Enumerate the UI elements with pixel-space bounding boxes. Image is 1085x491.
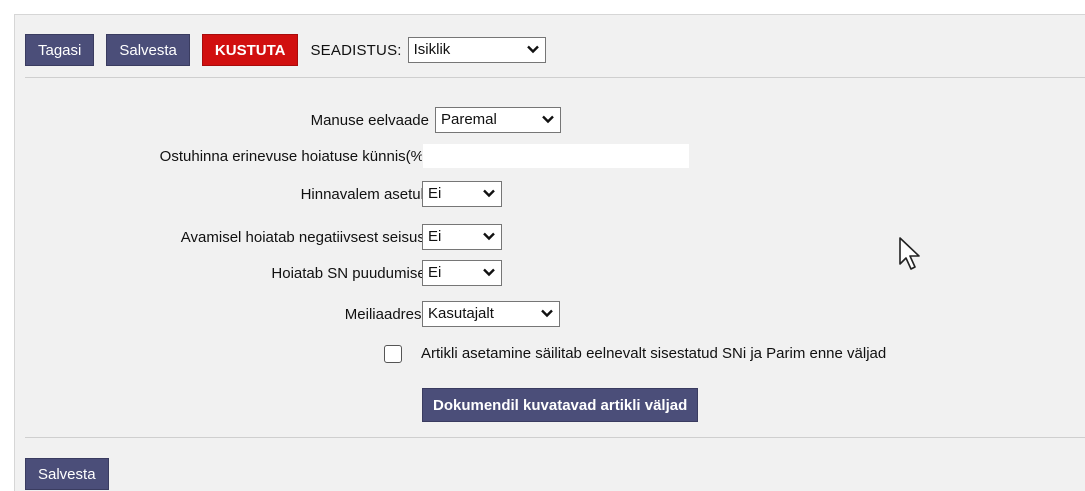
bottom-divider (25, 437, 1085, 438)
price-formula-label: Hinnavalem asetub (300, 185, 429, 203)
chevron-down-icon (483, 189, 495, 198)
price-diff-label: Ostuhinna erinevuse hoiatuse künnis(%) (159, 147, 429, 165)
missing-sn-select[interactable]: Ei (422, 260, 502, 286)
keep-sn-checkbox[interactable] (384, 345, 402, 363)
price-formula-row: Hinnavalem asetub (15, 181, 435, 207)
chevron-down-icon (526, 45, 539, 54)
top-divider (25, 77, 1085, 78)
missing-sn-row: Hoiatab SN puudumisel (15, 260, 435, 286)
email-address-label: Meiliaadress (344, 305, 429, 323)
email-address-row: Meiliaadress (15, 301, 435, 327)
negative-stock-value: Ei (428, 228, 442, 245)
delete-button[interactable]: KUSTUTA (201, 34, 299, 66)
keep-sn-row: Artikli asetamine säilitab eelnevalt sis… (15, 342, 1085, 368)
attachment-preview-select[interactable]: Paremal (435, 107, 561, 133)
toolbar: Tagasi Salvesta KUSTUTA SEADISTUS: Isikl… (25, 33, 546, 67)
negative-stock-select[interactable]: Ei (422, 224, 502, 250)
document-fields-button[interactable]: Dokumendil kuvatavad artikli väljad (422, 388, 699, 422)
attachment-preview-row: Manuse eelvaade (15, 107, 435, 133)
price-diff-threshold-input[interactable] (422, 143, 690, 169)
setup-label: SEADISTUS: (310, 41, 402, 59)
attachment-preview-value: Paremal (441, 111, 497, 128)
missing-sn-label: Hoiatab SN puudumisel (271, 264, 429, 282)
missing-sn-value: Ei (428, 264, 442, 281)
chevron-down-icon (483, 268, 495, 277)
price-formula-select[interactable]: Ei (422, 181, 502, 207)
price-formula-value: Ei (428, 185, 442, 202)
keep-sn-label: Artikli asetamine säilitab eelnevalt sis… (421, 345, 887, 362)
save-button[interactable]: Salvesta (106, 34, 190, 66)
settings-panel: Tagasi Salvesta KUSTUTA SEADISTUS: Isikl… (14, 14, 1085, 491)
footer-save-button[interactable]: Salvesta (25, 458, 109, 490)
negative-stock-row: Avamisel hoiatab negatiivsest seisust (15, 224, 435, 250)
setup-select-value: Isiklik (413, 41, 451, 58)
chevron-down-icon (541, 309, 553, 318)
attachment-preview-label: Manuse eelvaade (310, 111, 429, 129)
email-address-select[interactable]: Kasutajalt (422, 301, 560, 327)
price-diff-row: Ostuhinna erinevuse hoiatuse künnis(%) (15, 143, 435, 169)
email-address-value: Kasutajalt (428, 305, 494, 322)
mouse-pointer-icon (899, 237, 920, 270)
back-button[interactable]: Tagasi (25, 34, 95, 66)
chevron-down-icon (483, 232, 495, 241)
negative-stock-label: Avamisel hoiatab negatiivsest seisust (180, 228, 429, 246)
setup-select[interactable]: Isiklik (407, 37, 546, 63)
chevron-down-icon (542, 115, 554, 124)
